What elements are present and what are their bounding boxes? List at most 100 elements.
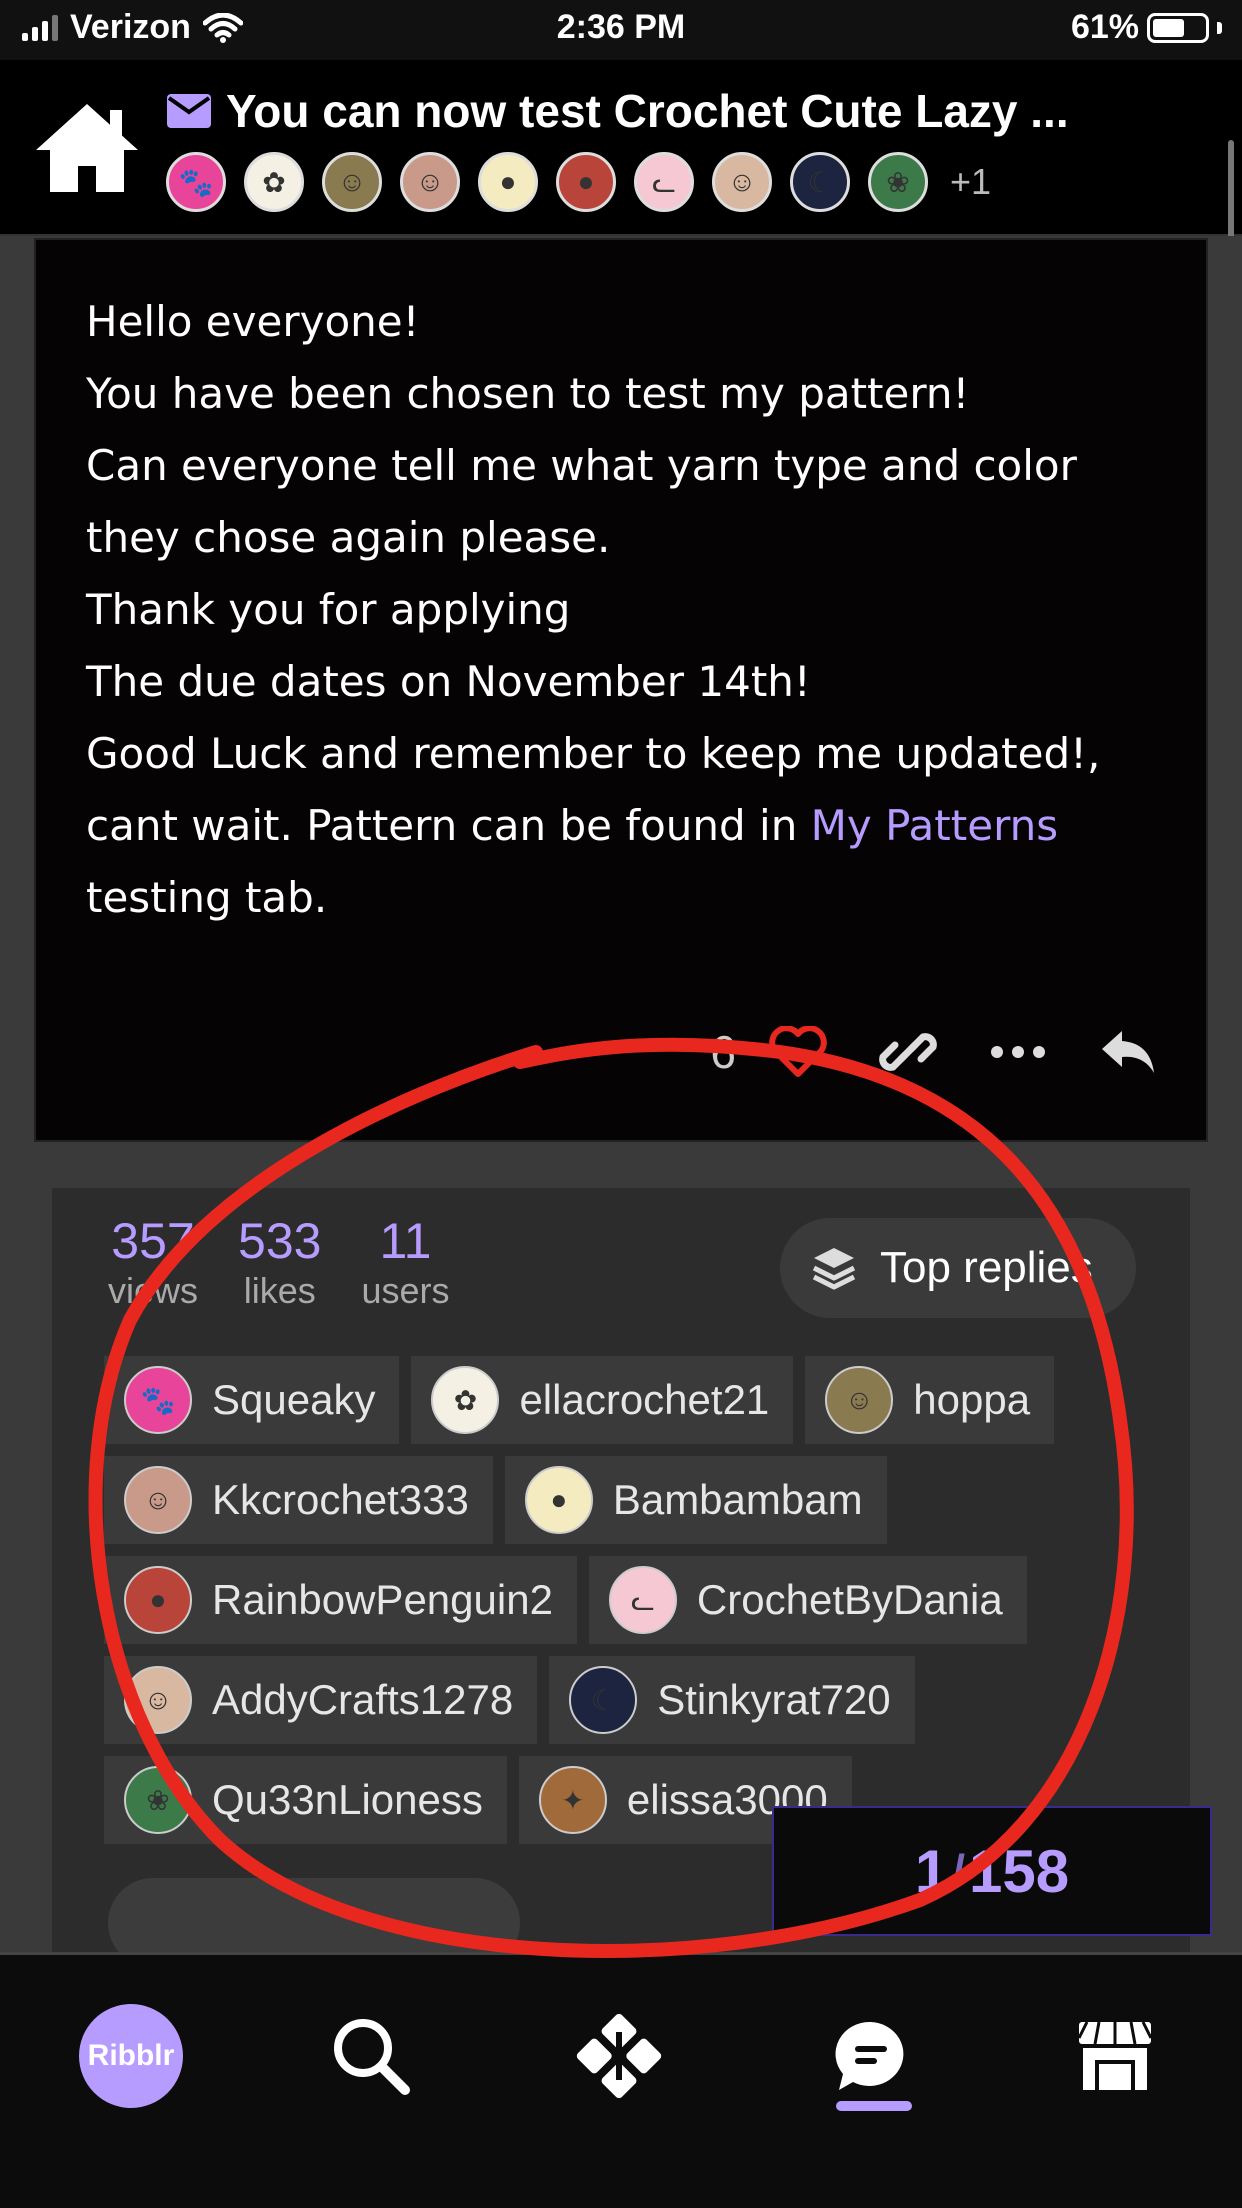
post-actions: 6 bbox=[666, 1020, 1206, 1084]
nav-home[interactable]: Ribblr bbox=[76, 2001, 186, 2111]
avatar: ☺ bbox=[322, 152, 382, 212]
participant-chip[interactable]: ☺ hoppa bbox=[805, 1356, 1055, 1444]
likes-stat: 533 likes bbox=[238, 1213, 322, 1311]
avatar: ● bbox=[124, 1566, 192, 1634]
participant-name: Squeaky bbox=[212, 1376, 376, 1423]
participant-chip[interactable]: ☺ Kkcrochet333 bbox=[104, 1456, 493, 1544]
post-line: Good Luck and remember to keep me update… bbox=[86, 729, 1101, 778]
post-progress-counter[interactable]: 1 / 158 bbox=[772, 1806, 1212, 1936]
nav-search[interactable] bbox=[316, 2001, 426, 2111]
topic-stats: 357 views 533 likes 11 users bbox=[108, 1212, 450, 1312]
views-stat: 357 views bbox=[108, 1213, 199, 1311]
participant-name: Kkcrochet333 bbox=[212, 1476, 469, 1523]
heart-icon[interactable] bbox=[766, 1020, 830, 1084]
add-reply-button[interactable] bbox=[108, 1878, 520, 1952]
nav-chat[interactable] bbox=[816, 2001, 926, 2111]
avatar: ● bbox=[478, 152, 538, 212]
post-line: they chose again please. bbox=[86, 513, 611, 562]
post-line: Thank you for applying bbox=[86, 585, 571, 634]
topic-header: You can now test Crochet Cute Lazy ... 🐾… bbox=[0, 60, 1242, 240]
avatar: ᓚ bbox=[608, 1566, 677, 1634]
participant-name: RainbowPenguin2 bbox=[212, 1576, 553, 1623]
topic-title: You can now test Crochet Cute Lazy ... bbox=[226, 85, 1069, 137]
search-icon bbox=[334, 2019, 410, 2095]
clock: 2:36 PM bbox=[556, 8, 686, 46]
home-icon[interactable] bbox=[30, 98, 144, 198]
avatar: ☺ bbox=[124, 1466, 192, 1534]
avatar: ✿ bbox=[431, 1366, 500, 1434]
participant-name: CrochetByDania bbox=[696, 1576, 1003, 1623]
avatar: 🐾 bbox=[166, 152, 226, 212]
users-stat: 11 users bbox=[361, 1213, 450, 1311]
store-icon bbox=[1077, 2021, 1153, 2090]
cat-icon: ᓚ bbox=[652, 166, 676, 198]
post-line: Hello everyone! bbox=[86, 297, 420, 346]
person-icon: ☺ bbox=[337, 166, 367, 197]
avatar: ☺ bbox=[400, 152, 460, 212]
topic-title-row[interactable]: You can now test Crochet Cute Lazy ... bbox=[166, 84, 1166, 138]
more-participants: +1 bbox=[950, 161, 992, 202]
battery: 61% bbox=[1071, 8, 1222, 47]
progress-current: 1 bbox=[914, 1837, 949, 1905]
more-options-icon[interactable] bbox=[986, 1020, 1050, 1084]
participant-row: ☺ AddyCrafts1278 ☾ Stinkyrat720 bbox=[104, 1656, 1164, 1744]
participant-row: ● RainbowPenguin2 ᓚ CrochetByDania bbox=[104, 1556, 1164, 1644]
post-line: cant wait. Pattern can be found in My Pa… bbox=[86, 801, 1059, 850]
bottom-nav: Ribblr bbox=[0, 1952, 1242, 2208]
cat-icon: ᓚ bbox=[631, 1584, 655, 1616]
bird-icon: ✦ bbox=[561, 1784, 585, 1816]
participant-list: 🐾 Squeaky ✿ ellacrochet21 ☺ hoppa ☺ Kkcrochet33… bbox=[104, 1356, 1164, 1856]
avatar: ☺ bbox=[712, 152, 772, 212]
avatar: ✿ bbox=[244, 152, 304, 212]
participant-chip[interactable]: ᓚ CrochetByDania bbox=[588, 1556, 1027, 1644]
post-body: Hello everyone! You have been chosen to … bbox=[86, 286, 1186, 934]
participant-chip[interactable]: ● RainbowPenguin2 bbox=[104, 1556, 577, 1644]
person-icon: ☺ bbox=[415, 166, 445, 197]
paw-icon: 🐾 bbox=[178, 166, 214, 198]
person-icon: ☺ bbox=[143, 1484, 173, 1515]
person-icon: ☺ bbox=[143, 1684, 173, 1715]
top-replies-button[interactable]: Top replies bbox=[780, 1218, 1136, 1318]
battery-percent: 61% bbox=[1070, 8, 1139, 46]
mushroom-icon: ● bbox=[499, 166, 517, 197]
layers-icon bbox=[812, 1248, 856, 1290]
envelope-icon bbox=[167, 94, 211, 128]
participant-chip[interactable]: ☺ AddyCrafts1278 bbox=[104, 1656, 538, 1744]
participant-name: hoppa bbox=[913, 1376, 1031, 1423]
mushroom-icon: ● bbox=[550, 1484, 568, 1515]
wreath-icon: ❀ bbox=[146, 1784, 170, 1816]
participant-chip[interactable]: ☾ Stinkyrat720 bbox=[549, 1656, 915, 1744]
post-line: You have been chosen to test my pattern! bbox=[86, 369, 970, 418]
reply-icon[interactable] bbox=[1096, 1020, 1160, 1084]
status-bar: Verizon 2:36 PM 61% bbox=[0, 0, 1242, 60]
wreath-icon: ❀ bbox=[886, 166, 910, 198]
active-tab-indicator bbox=[836, 2101, 912, 2111]
participant-chip[interactable]: ✿ ellacrochet21 bbox=[411, 1356, 794, 1444]
avatar: 🐾 bbox=[124, 1366, 192, 1434]
penguin-icon: ● bbox=[577, 166, 595, 197]
participant-row: 🐾 Squeaky ✿ ellacrochet21 ☺ hoppa bbox=[104, 1356, 1164, 1444]
post-line: Can everyone tell me what yarn type and … bbox=[86, 441, 1077, 490]
post: Hello everyone! You have been chosen to … bbox=[34, 238, 1208, 1142]
post-line: testing tab. bbox=[86, 873, 328, 922]
avatar: ❀ bbox=[124, 1766, 192, 1834]
moon-icon: ☾ bbox=[590, 1684, 616, 1716]
avatar: ☺ bbox=[825, 1366, 894, 1434]
participant-chip[interactable]: ❀ Qu33nLioness bbox=[104, 1756, 507, 1844]
participant-name: ellacrochet21 bbox=[519, 1376, 770, 1423]
scrollbar[interactable] bbox=[1228, 140, 1234, 240]
my-patterns-link[interactable]: My Patterns bbox=[811, 801, 1058, 850]
participant-avatars[interactable]: 🐾 ✿ ☺ ☺ ● ● ᓚ ☺ ☾ ❀ +1 bbox=[166, 152, 991, 212]
topic-page: Hello everyone! You have been chosen to … bbox=[0, 236, 1242, 1952]
pattern-grid-icon bbox=[576, 2013, 662, 2099]
avatar: ❀ bbox=[868, 152, 928, 212]
link-icon[interactable] bbox=[876, 1020, 940, 1084]
participant-chip[interactable]: ● Bambambam bbox=[504, 1456, 887, 1544]
avatar: ✦ bbox=[538, 1766, 607, 1834]
progress-total: 158 bbox=[969, 1837, 1070, 1905]
participant-name: Bambambam bbox=[612, 1476, 863, 1523]
participant-chip[interactable]: 🐾 Squeaky bbox=[104, 1356, 400, 1444]
nav-shop[interactable] bbox=[1060, 2001, 1170, 2111]
person-icon: ☺ bbox=[727, 166, 757, 197]
nav-patterns[interactable] bbox=[564, 2001, 674, 2111]
